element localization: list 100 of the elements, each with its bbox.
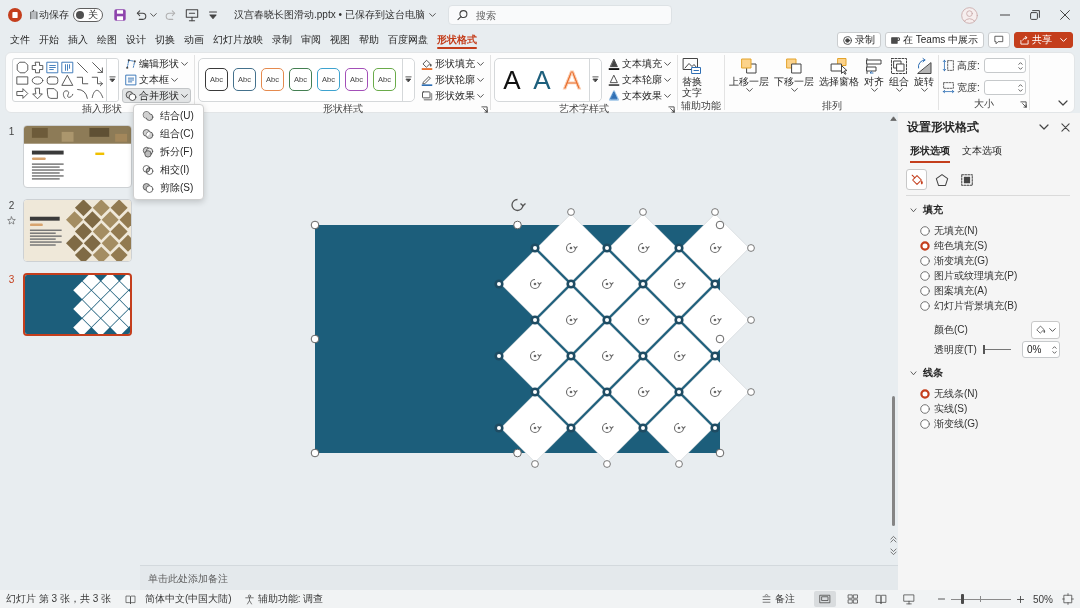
alt-text-button[interactable]: 替换文字 [681,56,703,100]
selection-handle[interactable] [601,387,612,397]
scrollbar-thumb[interactable] [891,396,895,526]
pane-tab[interactable]: 形状选项 [910,144,950,163]
ribbon-tab[interactable]: 插入 [63,30,92,50]
comments-button[interactable] [988,32,1010,48]
selection-handle[interactable] [602,460,611,468]
arrange-button[interactable]: 选择窗格 [818,56,860,100]
ribbon-tab[interactable]: 切换 [150,30,179,50]
document-title[interactable]: 汉宫春晓长图滑动.pptx • 已保存到这台电脑 [234,8,425,22]
radio-option[interactable]: 幻灯片背景填充(B) [920,300,1018,311]
rotate-handle-icon[interactable] [529,422,542,434]
ribbon-command[interactable]: 文本填充 [605,56,674,71]
selection-handle[interactable] [715,448,724,458]
selection-handle[interactable] [709,279,720,289]
rotate-handle-icon[interactable] [673,278,686,290]
rotate-handle-icon[interactable] [637,386,650,398]
selection-handle[interactable] [565,279,576,289]
rotate-handle-icon[interactable] [709,242,722,254]
ribbon-tab[interactable]: 审阅 [296,30,325,50]
close-icon[interactable] [1060,10,1070,20]
menu-item[interactable]: 剪除(S) [137,180,200,196]
radio-option[interactable]: 图片或纹理填充(P) [920,270,1018,281]
ribbon-tab[interactable]: 文件 [5,30,34,50]
arrange-button[interactable]: 上移一层 [728,56,770,100]
transparency-field[interactable]: 0% [1022,341,1060,358]
selection-handle[interactable] [565,423,576,433]
search-field[interactable]: 搜索 [447,5,672,25]
selection-handle[interactable] [674,460,683,468]
rotate-handle-icon[interactable] [673,422,686,434]
height-field[interactable] [983,58,1026,73]
section-header[interactable]: 线条 [910,366,943,380]
chevron-down-icon[interactable] [1039,124,1049,130]
fit-to-window-icon[interactable] [1062,593,1074,605]
close-icon[interactable] [1061,122,1070,132]
arrange-button[interactable]: 下移一层 [773,56,815,100]
ribbon-tab[interactable]: 开始 [34,30,63,50]
right-arrow-icon[interactable] [15,86,29,100]
restore-icon[interactable] [1030,10,1040,20]
selection-handle[interactable] [529,315,540,325]
radio-option[interactable]: 纯色填充(S) [920,240,988,251]
rotate-handle-icon[interactable] [673,350,686,362]
triangle-icon[interactable] [60,73,74,87]
pane-tab[interactable]: 文本选项 [962,144,1002,163]
selection-handle[interactable] [709,423,720,433]
previous-slide-icon[interactable] [889,535,897,543]
chevron-down-icon[interactable] [1058,100,1068,106]
selection-handle[interactable] [673,315,684,325]
ribbon-tab[interactable]: 动画 [179,30,208,50]
customize-icon[interactable] [206,8,220,22]
rectangle-icon[interactable] [15,73,29,87]
octagon-icon[interactable] [15,60,29,74]
slider-thumb[interactable] [982,345,985,354]
present-in-teams-button[interactable]: 在 Teams 中展示 [885,32,984,48]
width-field[interactable] [983,80,1026,95]
ribbon-tab[interactable]: 帮助 [354,30,383,50]
rotate-handle-icon[interactable] [565,386,578,398]
selection-handle[interactable] [601,315,612,325]
snipped-shape-icon[interactable] [45,86,59,100]
gallery-more-button[interactable] [589,58,601,101]
undo-icon[interactable] [134,8,148,22]
ribbon-tab[interactable]: 设计 [121,30,150,50]
slide-thumbnail-drawing[interactable] [23,273,132,336]
slider-thumb[interactable] [961,594,965,604]
selection-handle[interactable] [673,387,684,397]
notes-button[interactable]: 备注 [758,591,798,607]
radio-option[interactable]: 渐变线(G) [920,418,979,429]
ribbon-command[interactable]: 文本轮廓 [605,72,674,87]
line-icon[interactable] [75,60,89,74]
wordart-preset[interactable]: A [527,59,557,100]
ribbon-tab[interactable]: 形状格式 [432,30,481,50]
selection-handle[interactable] [493,351,504,361]
selection-handle[interactable] [566,208,575,216]
book-icon[interactable] [125,593,136,605]
rotate-handle-icon[interactable] [601,278,614,290]
menu-item[interactable]: 拆分(F) [137,144,200,160]
plus-icon[interactable] [1017,595,1024,603]
rotate-handle-icon[interactable] [709,314,722,326]
save-icon[interactable] [113,8,127,22]
radio-option[interactable]: 图案填充(A) [920,285,988,296]
record-button[interactable]: 录制 [837,32,881,48]
ribbon-tab[interactable]: 绘图 [92,30,121,50]
radio-option[interactable]: 渐变填充(G) [920,255,989,266]
ribbon-command[interactable]: 合并形状 [122,88,191,103]
gallery-more-button[interactable] [402,58,414,101]
selection-handle[interactable] [512,220,522,230]
fill-color-button[interactable] [1031,320,1060,339]
rotate-handle-icon[interactable] [510,198,526,212]
ribbon-tab[interactable]: 百度网盘 [383,30,432,50]
arrange-button[interactable]: 对齐 [863,56,885,100]
view-button[interactable] [814,591,836,607]
arc-icon[interactable] [75,86,89,100]
radio-option[interactable]: 实线(S) [920,403,968,414]
rotate-handle-icon[interactable] [637,314,650,326]
language-button[interactable]: 简体中文(中国大陆) [142,591,235,607]
selection-handle[interactable] [529,243,540,253]
radio-option[interactable]: 无填充(N) [920,225,978,236]
menu-item[interactable]: 结合(U) [137,108,200,124]
menu-item[interactable]: 组合(C) [137,126,200,142]
section-header[interactable]: 填充 [910,203,943,217]
